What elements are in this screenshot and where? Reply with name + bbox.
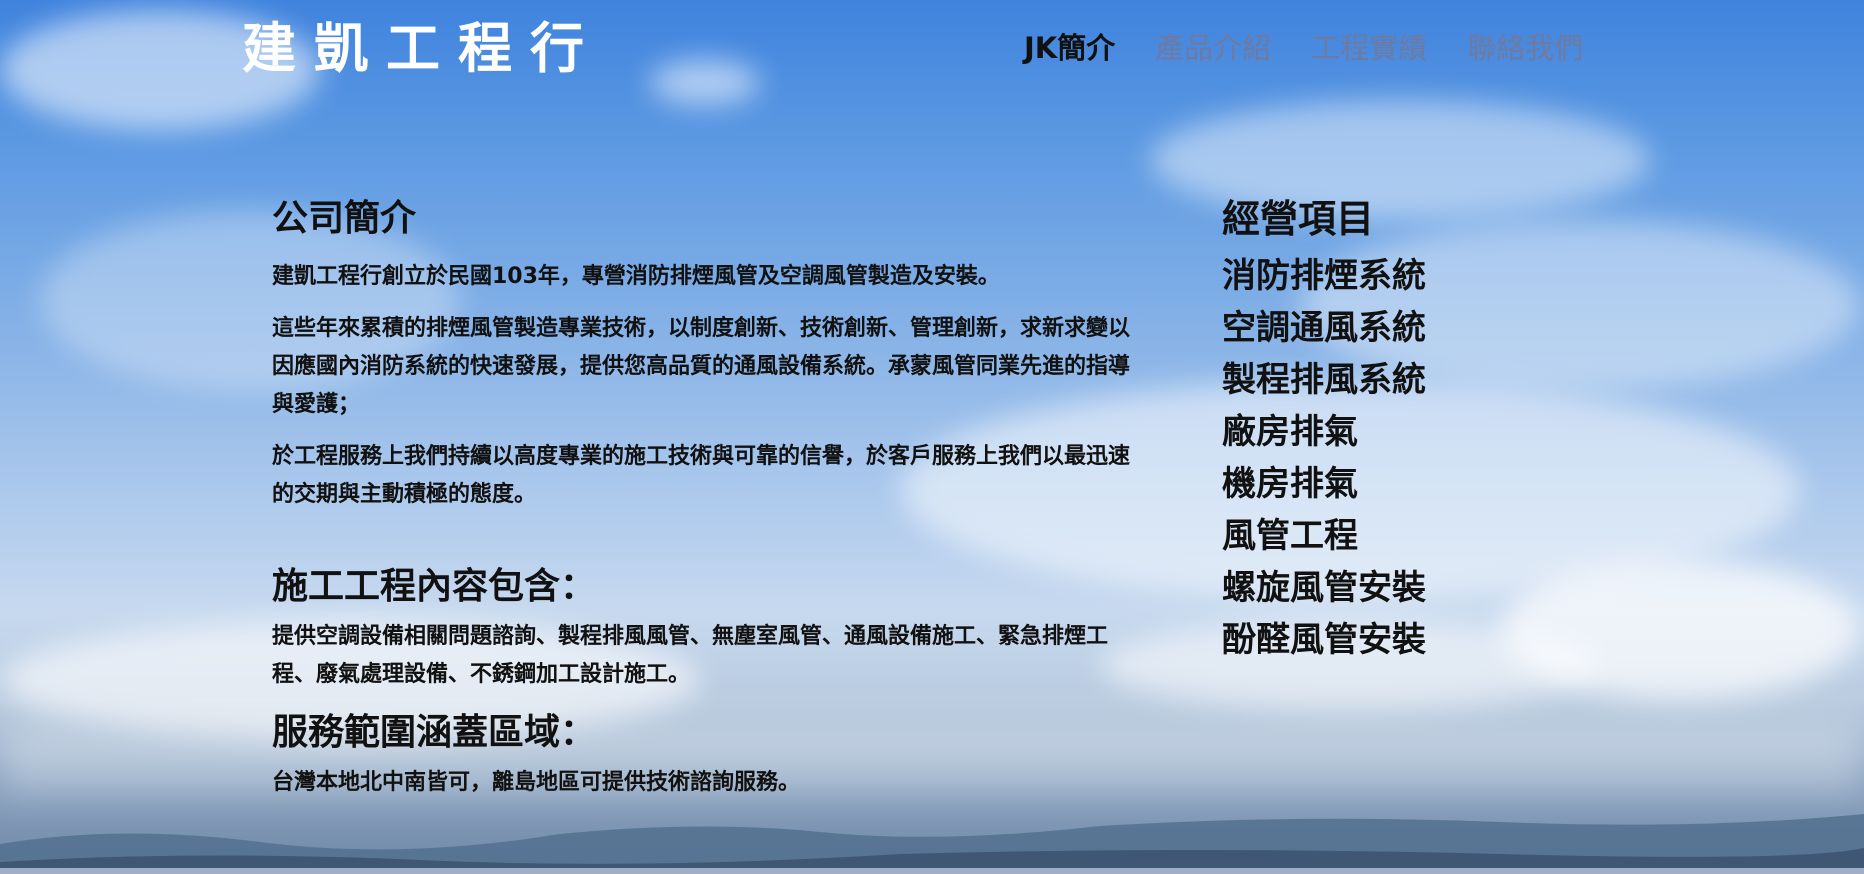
intro-paragraph-2: 這些年來累積的排煙風管製造專業技術，以制度創新、技術創新、管理創新，求新求變以因…: [272, 316, 1131, 417]
main-nav: JK簡介 產品介紹 工程實績 聯絡我們: [1024, 26, 1583, 70]
site-logo[interactable]: 建凱工程行: [242, 14, 602, 84]
construction-text: 提供空調設備相關問題諮詢、製程排風風管、無塵室風管、通風設備施工、緊急排煙工程、…: [272, 624, 1109, 687]
intro-paragraph-1: 建凱工程行創立於民國103年，專營消防排煙風管及空調風管製造及安裝。: [272, 264, 1000, 289]
business-items-section: 經營項目 消防排煙系統 空調通風系統 製程排風系統 廠房排氣 機房排氣 風管工程…: [1222, 192, 1426, 666]
list-item: 螺旋風管安裝: [1222, 568, 1426, 608]
nav-item-about[interactable]: JK簡介: [1024, 26, 1115, 70]
nav-item-contact[interactable]: 聯絡我們: [1467, 26, 1583, 70]
list-item: 消防排煙系統: [1222, 256, 1426, 296]
list-item: 廠房排氣: [1222, 412, 1358, 452]
list-item: 空調通風系統: [1222, 308, 1426, 348]
list-item: 機房排氣: [1222, 464, 1358, 504]
service-area-text: 台灣本地北中南皆可，離島地區可提供技術諮詢服務。: [272, 770, 801, 795]
business-list: 消防排煙系統 空調通風系統 製程排風系統 廠房排氣 機房排氣 風管工程 螺旋風管…: [1222, 250, 1426, 666]
list-item: 製程排風系統: [1222, 360, 1426, 400]
business-title: 經營項目: [1222, 197, 1375, 241]
nav-item-products[interactable]: 產品介紹: [1155, 26, 1271, 70]
service-area-title: 服務範圍涵蓋區域：: [272, 712, 597, 753]
list-item: 酚醛風管安裝: [1222, 620, 1426, 660]
construction-title: 施工工程內容包含：: [272, 566, 597, 607]
list-item: 風管工程: [1222, 516, 1358, 556]
nav-item-projects[interactable]: 工程實績: [1311, 26, 1427, 70]
intro-title: 公司簡介: [272, 198, 417, 239]
intro-paragraph-3: 於工程服務上我們持續以高度專業的施工技術與可靠的信譽，於客戶服務上我們以最迅速的…: [272, 444, 1131, 507]
company-intro-section: 公司簡介 建凱工程行創立於民國103年，專營消防排煙風管及空調風管製造及安裝。 …: [272, 194, 1132, 802]
